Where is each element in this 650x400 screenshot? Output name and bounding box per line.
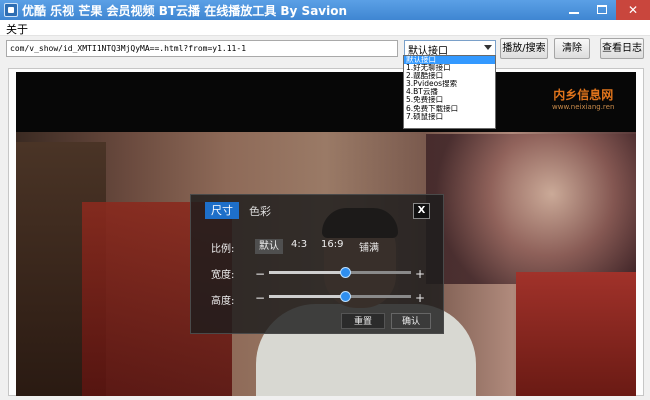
ratio-option-fill[interactable]: 铺满 [359,239,379,254]
dropdown-option[interactable]: 5.免费接口 [404,96,495,104]
height-plus-button[interactable]: + [415,292,425,304]
width-slider[interactable] [269,267,411,278]
width-slider-handle[interactable] [339,267,351,278]
menu-bar: 关于 [0,20,650,36]
clear-button[interactable]: 清除 [554,38,590,59]
ratio-option-default[interactable]: 默认 [255,239,283,254]
close-button[interactable]: ✕ [616,0,650,20]
width-label: 宽度: [211,270,235,281]
width-slider-fill [269,271,346,274]
minimize-icon [569,12,579,14]
title-bar: 优酷 乐视 芒果 会员视频 BT云播 在线播放工具 By Savion ✕ [0,0,650,20]
tab-size[interactable]: 尺寸 [205,202,239,219]
watermark-url: www.neixiang.ren [552,103,615,111]
height-minus-button[interactable]: − [255,292,265,304]
video-settings-panel: 尺寸 色彩 X 比例: 默认 4:3 16:9 铺满 宽度: − + 高度: −… [190,194,444,334]
dropdown-option[interactable]: 默认接口 [404,56,495,65]
video-scene-element [516,272,636,396]
ratio-option-4-3[interactable]: 4:3 [291,239,307,250]
play-search-button[interactable]: 播放/搜索 [500,38,548,59]
ratio-option-16-9[interactable]: 16:9 [321,239,343,250]
tab-color[interactable]: 色彩 [249,203,271,219]
interface-dropdown-list: 默认接口 1.好无聊接口 2.靓酷接口 3.Pvideos搜索 4.BT云播 5… [403,55,496,129]
watermark-logo: 内乡信息网 www.neixiang.ren [552,86,614,111]
width-plus-button[interactable]: + [415,268,425,280]
reset-button[interactable]: 重置 [341,313,385,329]
video-scene-element [426,134,636,284]
dropdown-option[interactable]: 2.靓酷接口 [404,72,495,80]
confirm-button[interactable]: 确认 [391,313,431,329]
width-minus-button[interactable]: − [255,268,265,280]
watermark-title: 内乡信息网 [553,88,614,102]
chevron-down-icon [484,45,492,50]
height-label: 高度: [211,296,235,307]
url-input[interactable]: com/v_show/id_XMTI1NTQ3MjQyMA==.html?fro… [6,40,398,57]
maximize-icon [597,5,607,14]
height-slider[interactable] [269,291,411,302]
dropdown-option[interactable]: 4.BT云播 [404,88,495,96]
dropdown-option[interactable]: 1.好无聊接口 [404,64,495,72]
height-slider-handle[interactable] [339,291,351,302]
menu-item-about[interactable]: 关于 [6,21,28,37]
maximize-button[interactable] [588,0,616,20]
view-log-button[interactable]: 查看日志 [600,38,644,59]
app-icon [4,3,18,17]
dropdown-option[interactable]: 3.Pvideos搜索 [404,80,495,88]
dropdown-option[interactable]: 7.硕鼠接口 [404,113,495,121]
panel-close-button[interactable]: X [413,203,430,219]
ratio-label: 比例: [211,244,235,255]
dropdown-option[interactable]: 6.免费下载接口 [404,105,495,113]
minimize-button[interactable] [560,0,588,20]
window-title: 优酷 乐视 芒果 会员视频 BT云播 在线播放工具 By Savion [22,4,348,18]
height-slider-fill [269,295,346,298]
